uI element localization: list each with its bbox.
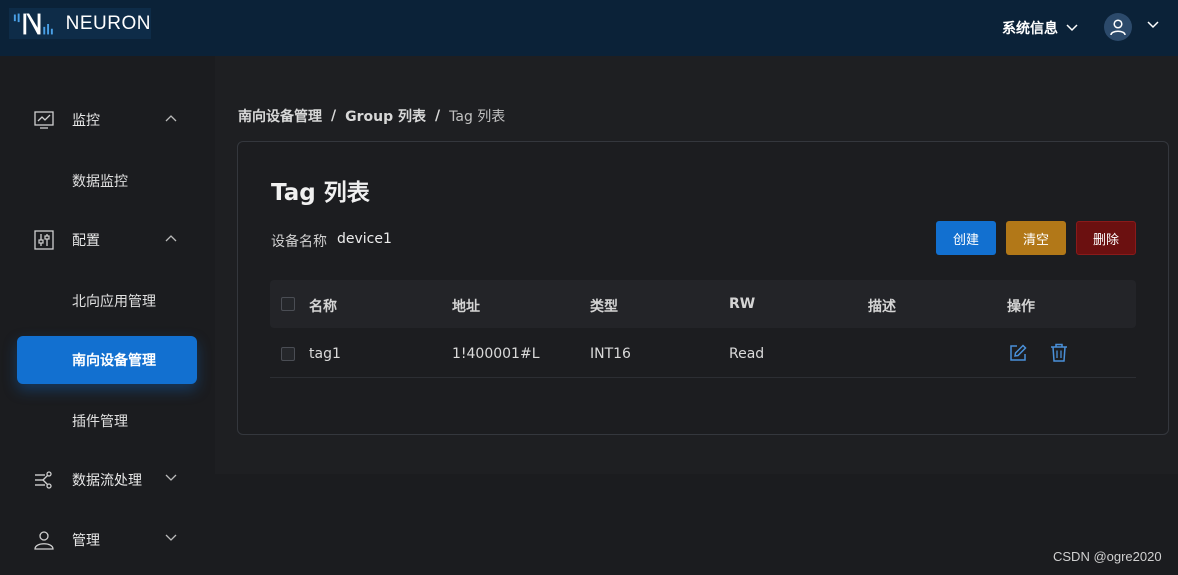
sidebar-group-label: 配置 [72, 233, 100, 249]
sidebar-item-data-monitor[interactable]: 数据监控 [17, 157, 197, 205]
user-icon [34, 531, 54, 550]
chevron-up-icon [165, 235, 177, 242]
chevron-down-icon [1066, 24, 1078, 32]
breadcrumb: 南向设备管理 / Group 列表 / Tag 列表 [238, 106, 505, 126]
table-row: tag1 1!400001#L INT16 Read [270, 330, 1136, 378]
chevron-down-icon [165, 474, 177, 481]
config-icon [34, 230, 54, 250]
page-title: Tag 列表 [271, 180, 370, 206]
device-name-value: device1 [337, 231, 392, 247]
column-header-address: 地址 [452, 299, 480, 315]
sidebar-group-config[interactable]: 配置 [0, 220, 215, 260]
top-header: NEURON 系统信息 [0, 0, 1178, 56]
system-info-label: 系统信息 [1002, 21, 1058, 37]
chevron-down-icon [165, 534, 177, 541]
delete-button[interactable]: 删除 [1076, 221, 1136, 255]
neuron-logo[interactable]: NEURON [9, 8, 151, 39]
dataflow-icon [35, 471, 52, 489]
sidebar-group-monitor[interactable]: 监控 [0, 100, 215, 140]
user-icon [1110, 19, 1126, 36]
device-name-label: 设备名称 [271, 234, 327, 250]
sidebar-item-south-devices[interactable]: 南向设备管理 [17, 336, 197, 384]
trash-icon[interactable] [1050, 343, 1068, 362]
monitor-icon [34, 111, 54, 129]
sidebar-group-label: 数据流处理 [72, 473, 142, 489]
edit-icon[interactable] [1009, 344, 1027, 362]
column-header-description: 描述 [868, 299, 896, 315]
logo-text: NEURON [65, 12, 151, 34]
breadcrumb-separator: / [435, 108, 441, 124]
breadcrumb-item-tag-list: Tag 列表 [449, 109, 506, 125]
sidebar-group-label: 管理 [72, 533, 100, 549]
column-header-name: 名称 [309, 299, 337, 315]
select-all-checkbox[interactable] [281, 297, 295, 311]
create-button[interactable]: 创建 [936, 221, 996, 255]
cell-address: 1!400001#L [452, 346, 540, 362]
sidebar-item-label: 数据监控 [72, 174, 128, 190]
cell-type: INT16 [590, 346, 631, 362]
user-avatar[interactable] [1104, 13, 1132, 41]
system-info-menu[interactable]: 系统信息 [1002, 17, 1078, 39]
cell-name: tag1 [309, 346, 341, 362]
breadcrumb-separator: / [331, 108, 337, 124]
column-header-rw: RW [729, 296, 756, 312]
chevron-up-icon [165, 115, 177, 122]
table-header: 名称 地址 类型 RW 描述 操作 [270, 280, 1136, 328]
chevron-down-icon[interactable] [1147, 21, 1159, 29]
sidebar-item-plugins[interactable]: 插件管理 [17, 397, 197, 445]
sidebar-item-label: 南向设备管理 [72, 353, 156, 369]
row-checkbox[interactable] [281, 347, 295, 361]
sidebar-item-north-apps[interactable]: 北向应用管理 [17, 277, 197, 325]
column-header-type: 类型 [590, 299, 618, 315]
neuron-logo-icon [13, 13, 53, 34]
breadcrumb-item-south-devices[interactable]: 南向设备管理 [238, 106, 322, 126]
column-header-actions: 操作 [1007, 299, 1035, 315]
sidebar-item-label: 插件管理 [72, 414, 128, 430]
main-footer-area [215, 474, 1178, 575]
tag-list-card: Tag 列表 设备名称 device1 创建 清空 删除 名称 地址 类型 RW… [237, 141, 1169, 435]
breadcrumb-item-group-list[interactable]: Group 列表 [345, 106, 426, 126]
cell-rw: Read [729, 346, 765, 362]
sidebar-group-label: 监控 [72, 113, 100, 129]
sidebar: 监控 数据监控 配置 北向应用管理 南向设备管理 插件管理 数据流处理 管理 [0, 56, 215, 575]
sidebar-group-dataflow[interactable]: 数据流处理 [0, 460, 215, 500]
watermark-text: CSDN @ogre2020 [1053, 549, 1162, 564]
sidebar-item-label: 北向应用管理 [72, 294, 156, 310]
sidebar-group-admin[interactable]: 管理 [0, 520, 215, 560]
clear-button[interactable]: 清空 [1006, 221, 1066, 255]
